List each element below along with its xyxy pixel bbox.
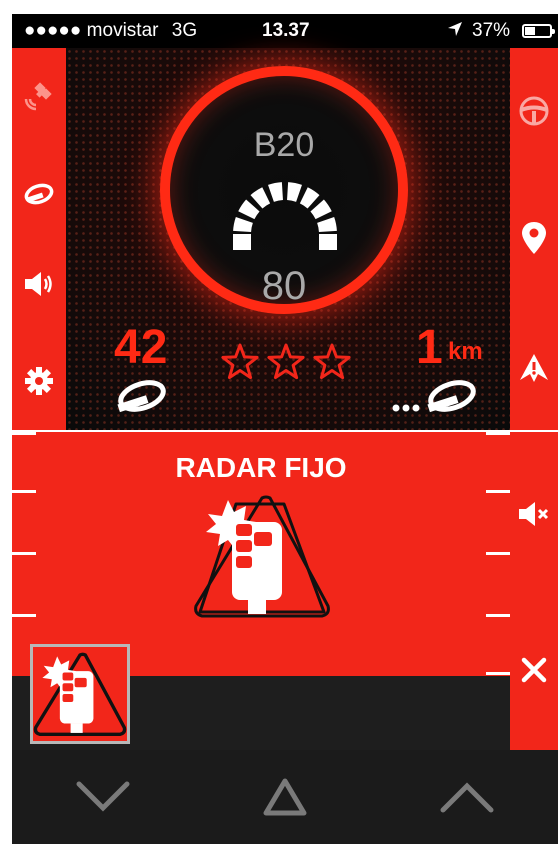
tunnel-segment	[299, 187, 320, 209]
location-arrow-icon	[446, 20, 464, 44]
tunnel-segment	[233, 217, 253, 232]
star-icon	[267, 343, 305, 380]
alert-title: RADAR FIJO	[175, 452, 347, 483]
tunnel-icon	[230, 172, 340, 257]
network-type: 3G	[171, 20, 198, 41]
signal-strength: ●●●●●	[24, 20, 82, 41]
battery-percent: 37%	[472, 20, 511, 41]
fixed-radar-icon	[192, 494, 332, 629]
mute-alert-button[interactable]	[510, 486, 558, 542]
tunnel-segment	[310, 199, 332, 220]
tunnel-pillar	[233, 234, 251, 250]
rating-stars	[220, 342, 352, 382]
tunnel-segment	[238, 199, 260, 220]
scroll-down-button[interactable]	[12, 750, 194, 844]
speed-dashboard: B20 80 42 1 km	[66, 48, 510, 430]
tunnel-pillar	[319, 234, 337, 250]
gear-icon	[25, 367, 53, 395]
tunnel-segment	[287, 182, 302, 202]
bottom-nav	[12, 750, 558, 844]
report-alert-button[interactable]	[510, 340, 558, 396]
alert-thumbnail[interactable]	[30, 644, 130, 744]
driving-mode-button[interactable]	[510, 83, 558, 139]
star-icon	[313, 343, 351, 380]
distance-value: 1	[416, 321, 443, 374]
radar-gun-icon	[24, 183, 54, 205]
speed-limit: 80	[261, 264, 307, 308]
settings-button[interactable]	[12, 353, 66, 409]
speed-radar-icon	[112, 380, 168, 421]
speaker-icon	[25, 272, 52, 296]
center-button[interactable]	[194, 750, 376, 844]
chevron-down-icon	[76, 781, 130, 812]
carrier-name: movistar	[86, 20, 159, 41]
map-pin-icon	[522, 222, 546, 254]
radar-detector-button[interactable]	[12, 166, 66, 222]
road-name: B20	[253, 126, 315, 164]
current-speed: 42	[114, 321, 168, 374]
gps-button[interactable]	[12, 68, 66, 124]
tunnel-segment	[268, 182, 283, 202]
tunnel-segment	[250, 187, 271, 209]
satellite-icon	[24, 82, 52, 111]
warning-arrow-icon	[520, 354, 548, 382]
chevron-up-icon	[440, 782, 494, 813]
battery-icon	[522, 24, 555, 38]
volume-button[interactable]	[12, 256, 66, 312]
distance-radar-icon	[388, 380, 480, 421]
tunnel-segment	[317, 217, 337, 232]
location-button[interactable]	[510, 210, 558, 266]
triangle-icon	[263, 778, 307, 816]
carrier-info: ●●●●● movistar 3G	[24, 20, 197, 42]
alert-actions	[510, 432, 558, 750]
distance-unit: km	[448, 338, 483, 365]
steering-wheel-icon	[519, 96, 549, 126]
close-icon	[521, 657, 547, 683]
mute-icon	[519, 502, 549, 526]
scroll-up-button[interactable]	[376, 750, 558, 844]
star-icon	[221, 343, 259, 380]
close-alert-button[interactable]	[510, 642, 558, 698]
fixed-radar-thumbnail-icon	[33, 652, 127, 736]
alert-panel: RADAR FIJO	[12, 432, 510, 676]
status-bar: ●●●●● movistar 3G 13.37 37%	[12, 14, 558, 48]
speed-limit-ring: B20 80	[160, 66, 408, 314]
clock: 13.37	[262, 20, 310, 41]
right-sidebar	[510, 48, 558, 430]
left-sidebar	[12, 48, 66, 430]
